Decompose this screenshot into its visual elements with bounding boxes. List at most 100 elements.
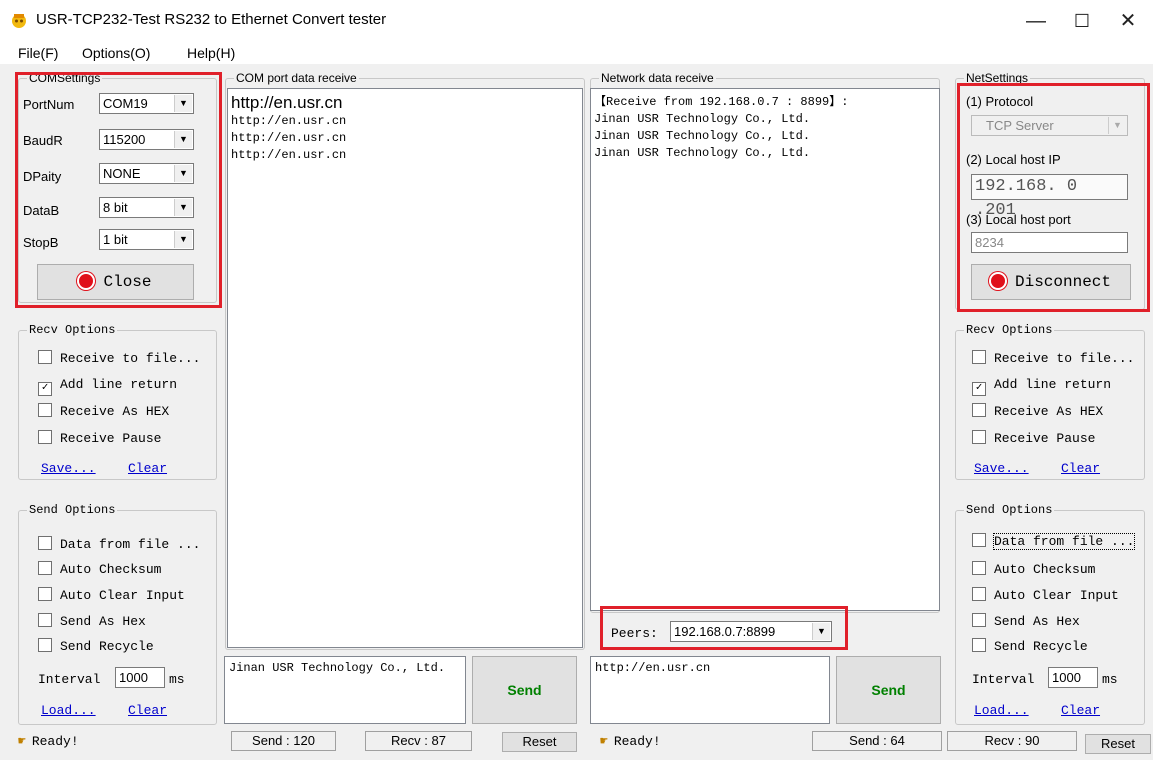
left-send-option[interactable]: Send Recycle [38, 638, 154, 654]
right-send-option[interactable]: Auto Clear Input [972, 587, 1119, 603]
parity-label: DPaity [23, 169, 62, 184]
checkbox[interactable] [972, 430, 986, 444]
right-recv-option[interactable]: Receive to file... [972, 350, 1134, 366]
right-recv-option[interactable]: Receive As HEX [972, 403, 1103, 419]
minimize-button[interactable]: — [1014, 6, 1058, 36]
right-recv-clear-link[interactable]: Clear [1061, 461, 1100, 476]
left-send-clear-link[interactable]: Clear [128, 703, 167, 718]
databits-label: DataB [23, 203, 60, 218]
right-recv-count: Recv : 90 [947, 731, 1077, 751]
right-send-option[interactable]: Data from file ... [972, 533, 1136, 550]
menu-help[interactable]: Help(H) [187, 45, 235, 61]
checkbox[interactable] [38, 561, 52, 575]
checkbox[interactable] [972, 561, 986, 575]
baud-label: BaudR [23, 133, 63, 148]
checkbox[interactable] [38, 403, 52, 417]
right-interval-unit: ms [1102, 672, 1118, 687]
com-send-button[interactable]: Send [472, 656, 577, 724]
left-send-option[interactable]: Send As Hex [38, 613, 146, 629]
left-interval-label: Interval [38, 672, 101, 687]
red-led-icon [79, 274, 94, 288]
maximize-button[interactable]: ☐ [1060, 6, 1104, 36]
disconnect-label: Disconnect [1014, 273, 1111, 291]
checkbox[interactable] [972, 587, 986, 601]
left-send-option[interactable]: Auto Checksum [38, 561, 161, 577]
left-recv-option[interactable]: ✓ Add line return [38, 377, 177, 396]
checkbox[interactable] [972, 533, 986, 547]
left-recv-option[interactable]: Receive Pause [38, 430, 161, 446]
right-send-clear-link[interactable]: Clear [1061, 703, 1100, 718]
left-recv-option[interactable]: Receive to file... [38, 350, 200, 366]
left-recv-legend: Recv Options [27, 322, 118, 338]
left-send-option[interactable]: Auto Clear Input [38, 587, 185, 603]
right-send-load-link[interactable]: Load... [974, 703, 1029, 718]
peers-select[interactable]: 192.168.0.7:8899 ▼ [670, 621, 832, 642]
ip-field[interactable]: 192.168. 0 .201 [971, 174, 1128, 220]
com-receive-textarea[interactable]: http://en.usr.cn http://en.usr.cn http:/… [227, 88, 583, 648]
left-reset-button[interactable]: Reset [502, 732, 577, 752]
checkbox[interactable] [972, 613, 986, 627]
right-send-option[interactable]: Auto Checksum [972, 561, 1095, 577]
com-receive-legend: COM port data receive [234, 70, 359, 86]
local-port-field[interactable]: 8234 [971, 232, 1128, 253]
protocol-select[interactable]: TCP Server ▼ [971, 115, 1128, 136]
right-recv-option[interactable]: ✓ Add line return [972, 377, 1111, 396]
right-recv-option[interactable]: Receive Pause [972, 430, 1095, 446]
peers-label: Peers: [611, 626, 658, 641]
left-interval-unit: ms [169, 672, 185, 687]
left-recv-option[interactable]: Receive As HEX [38, 403, 169, 419]
option-label: Receive Pause [994, 431, 1096, 446]
net-send-button[interactable]: Send [836, 656, 941, 724]
com-send-textarea[interactable]: Jinan USR Technology Co., Ltd. [224, 656, 466, 724]
left-send-count: Send : 120 [231, 731, 336, 751]
right-send-count: Send : 64 [812, 731, 942, 751]
checkbox[interactable] [972, 403, 986, 417]
checkbox[interactable] [38, 587, 52, 601]
left-recv-save-link[interactable]: Save... [41, 461, 96, 476]
right-send-option[interactable]: Send Recycle [972, 638, 1088, 654]
baud-value: 115200 [103, 132, 146, 147]
option-label: Send As Hex [994, 614, 1080, 629]
port-select[interactable]: COM19 ▼ [99, 93, 194, 114]
checkbox[interactable] [38, 638, 52, 652]
left-send-load-link[interactable]: Load... [41, 703, 96, 718]
option-label: Receive As HEX [60, 404, 170, 419]
menu-options[interactable]: Options(O) [82, 45, 150, 61]
checkbox[interactable] [972, 638, 986, 652]
com-close-button[interactable]: Close [37, 264, 194, 300]
parity-select[interactable]: NONE ▼ [99, 163, 194, 184]
disconnect-button[interactable]: Disconnect [971, 264, 1131, 300]
chevron-down-icon: ▼ [174, 95, 192, 112]
net-receive-textarea[interactable]: 【Receive from 192.168.0.7 : 8899】: Jinan… [590, 88, 940, 611]
right-send-option[interactable]: Send As Hex [972, 613, 1080, 629]
left-recv-clear-link[interactable]: Clear [128, 461, 167, 476]
menu-bar: File(F) Options(O) Help(H) [0, 42, 1153, 64]
option-label: Auto Checksum [60, 562, 162, 577]
net-send-textarea[interactable]: http://en.usr.cn [590, 656, 830, 724]
close-window-button[interactable]: ✕ [1106, 6, 1150, 36]
net-receive-line: Jinan USR Technology Co., Ltd. [594, 129, 811, 143]
checkbox-checked[interactable]: ✓ [38, 382, 52, 396]
right-status: ☛ Ready! [600, 734, 661, 749]
com-receive-line: http://en.usr.cn [231, 148, 347, 162]
net-settings-legend: NetSettings [964, 70, 1031, 86]
option-label: Receive to file... [994, 351, 1135, 366]
checkbox[interactable] [38, 430, 52, 444]
menu-file[interactable]: File(F) [18, 45, 58, 61]
left-send-option[interactable]: Data from file ... [38, 536, 200, 552]
checkbox-checked[interactable]: ✓ [972, 382, 986, 396]
left-interval-field[interactable]: 1000 [115, 667, 165, 688]
option-label: Data from file ... [992, 533, 1136, 550]
stopbits-value: 1 bit [103, 232, 128, 247]
checkbox[interactable] [38, 536, 52, 550]
checkbox[interactable] [38, 350, 52, 364]
stopbits-select[interactable]: 1 bit ▼ [99, 229, 194, 250]
right-recv-save-link[interactable]: Save... [974, 461, 1029, 476]
baud-select[interactable]: 115200 ▼ [99, 129, 194, 150]
databits-select[interactable]: 8 bit ▼ [99, 197, 194, 218]
red-led-icon [990, 274, 1005, 288]
right-interval-field[interactable]: 1000 [1048, 667, 1098, 688]
right-reset-button[interactable]: Reset [1085, 734, 1151, 754]
checkbox[interactable] [972, 350, 986, 364]
checkbox[interactable] [38, 613, 52, 627]
